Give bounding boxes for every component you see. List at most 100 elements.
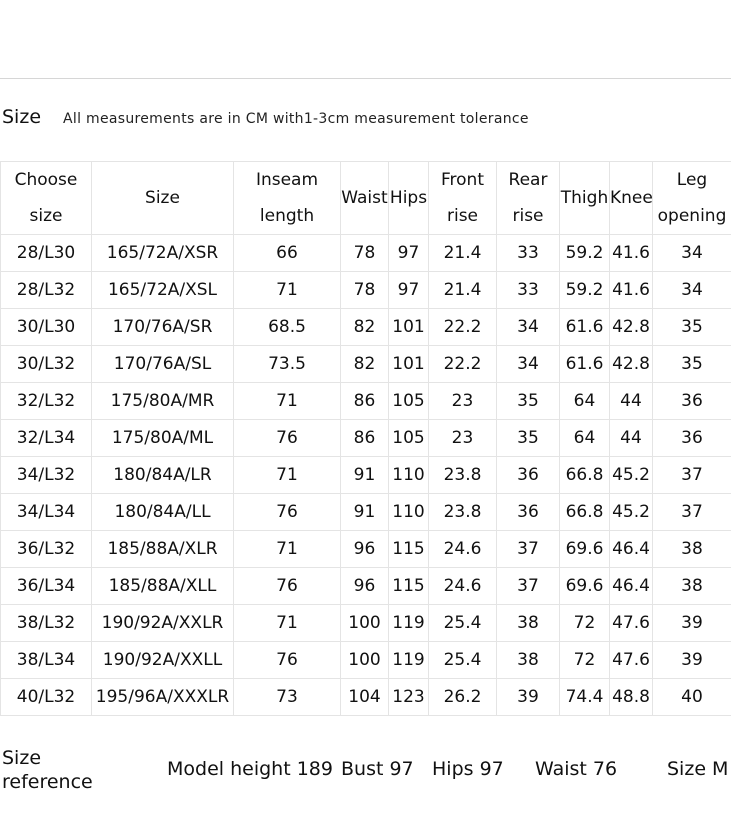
table-cell: 91: [340, 493, 389, 531]
top-divider: [0, 78, 731, 79]
table-row: 32/L32 175/80A/MR 71 86 105 23 35 64 44 36: [0, 382, 731, 420]
table-cell: 190/92A/XXLR: [91, 604, 234, 642]
column-header-text: opening: [657, 206, 727, 226]
column-header-text: rise: [446, 206, 479, 226]
table-cell: 23.8: [428, 493, 497, 531]
table-cell: 22.2: [428, 345, 497, 383]
table-header-row: Choose size Size Inseam length Waist Hips Front…: [0, 161, 731, 235]
table-cell: 105: [388, 382, 429, 420]
table-cell: 39: [652, 604, 731, 642]
table-cell: 101: [388, 308, 429, 346]
column-header: Front rise: [428, 161, 497, 235]
table-cell: 30/L32: [0, 345, 92, 383]
table-cell: 41.6: [609, 271, 653, 309]
table-cell: 91: [340, 456, 389, 494]
section-title: Size: [2, 106, 42, 128]
table-cell: 175/80A/MR: [91, 382, 234, 420]
table-cell: 32/L34: [0, 419, 92, 457]
table-cell: 36: [496, 456, 560, 494]
table-cell: 41.6: [609, 234, 653, 272]
table-cell: 38: [496, 604, 560, 642]
table-cell: 35: [652, 345, 731, 383]
table-cell: 72: [559, 641, 610, 679]
table-cell: 66: [233, 234, 341, 272]
column-header: Size: [91, 161, 234, 235]
table-cell: 165/72A/XSR: [91, 234, 234, 272]
size-header: Size All measurements are in CM with1-3c…: [2, 106, 529, 128]
table-cell: 71: [233, 604, 341, 642]
model-waist: Waist 76: [535, 758, 618, 780]
table-cell: 74.4: [559, 678, 610, 716]
table-cell: 33: [496, 234, 560, 272]
column-header-text: length: [259, 206, 315, 226]
table-cell: 42.8: [609, 345, 653, 383]
table-cell: 34: [652, 271, 731, 309]
table-cell: 34: [496, 308, 560, 346]
column-header-text: Rear: [508, 170, 548, 190]
table-cell: 72: [559, 604, 610, 642]
table-cell: 96: [340, 567, 389, 605]
table-cell: 46.4: [609, 530, 653, 568]
table-cell: 190/92A/XXLL: [91, 641, 234, 679]
table-cell: 23.8: [428, 456, 497, 494]
table-cell: 21.4: [428, 271, 497, 309]
table-cell: 86: [340, 382, 389, 420]
table-cell: 76: [233, 641, 341, 679]
table-cell: 97: [388, 271, 429, 309]
table-cell: 185/88A/XLL: [91, 567, 234, 605]
table-cell: 48.8: [609, 678, 653, 716]
table-cell: 69.6: [559, 567, 610, 605]
table-cell: 47.6: [609, 604, 653, 642]
table-cell: 44: [609, 382, 653, 420]
table-cell: 68.5: [233, 308, 341, 346]
table-cell: 59.2: [559, 271, 610, 309]
table-cell: 170/76A/SL: [91, 345, 234, 383]
table-cell: 119: [388, 641, 429, 679]
table-row: 34/L32 180/84A/LR 71 91 110 23.8 36 66.8 45.2 37: [0, 456, 731, 494]
column-header: Leg opening: [652, 161, 731, 235]
table-cell: 180/84A/LR: [91, 456, 234, 494]
table-cell: 45.2: [609, 493, 653, 531]
table-cell: 38: [652, 567, 731, 605]
table-cell: 30/L30: [0, 308, 92, 346]
table-cell: 104: [340, 678, 389, 716]
model-bust: Bust 97: [341, 758, 414, 780]
table-cell: 115: [388, 530, 429, 568]
table-cell: 82: [340, 308, 389, 346]
table-row: 28/L30 165/72A/XSR 66 78 97 21.4 33 59.2 41.6 34: [0, 234, 731, 272]
table-cell: 71: [233, 271, 341, 309]
table-cell: 24.6: [428, 530, 497, 568]
table-cell: 36: [496, 493, 560, 531]
table-cell: 38/L32: [0, 604, 92, 642]
table-cell: 100: [340, 641, 389, 679]
table-cell: 32/L32: [0, 382, 92, 420]
table-cell: 185/88A/XLR: [91, 530, 234, 568]
table-row: 36/L34 185/88A/XLL 76 96 115 24.6 37 69.6 46.4 38: [0, 567, 731, 605]
table-cell: 175/80A/ML: [91, 419, 234, 457]
table-cell: 78: [340, 271, 389, 309]
table-cell: 180/84A/LL: [91, 493, 234, 531]
table-cell: 38: [652, 530, 731, 568]
size-chart-table: Choose size Size Inseam length Waist Hips Front…: [0, 161, 731, 716]
table-cell: 64: [559, 382, 610, 420]
table-cell: 23: [428, 382, 497, 420]
table-row: 38/L32 190/92A/XXLR 71 100 119 25.4 38 72 47.6 39: [0, 604, 731, 642]
table-cell: 37: [496, 530, 560, 568]
table-cell: 34: [652, 234, 731, 272]
table-cell: 25.4: [428, 641, 497, 679]
table-cell: 33: [496, 271, 560, 309]
table-cell: 36/L32: [0, 530, 92, 568]
table-cell: 34: [496, 345, 560, 383]
column-header: Waist: [340, 161, 389, 235]
table-cell: 21.4: [428, 234, 497, 272]
column-header-text: rise: [512, 206, 544, 226]
table-cell: 76: [233, 567, 341, 605]
table-body: 28/L30 165/72A/XSR 66 78 97 21.4 33 59.2 41.6 34 2…: [0, 234, 731, 716]
table-cell: 38/L34: [0, 641, 92, 679]
table-cell: 34/L32: [0, 456, 92, 494]
column-header-text: Inseam: [255, 170, 319, 190]
table-cell: 45.2: [609, 456, 653, 494]
column-header-text: Leg: [676, 170, 708, 190]
column-header: Thigh: [559, 161, 610, 235]
table-cell: 119: [388, 604, 429, 642]
